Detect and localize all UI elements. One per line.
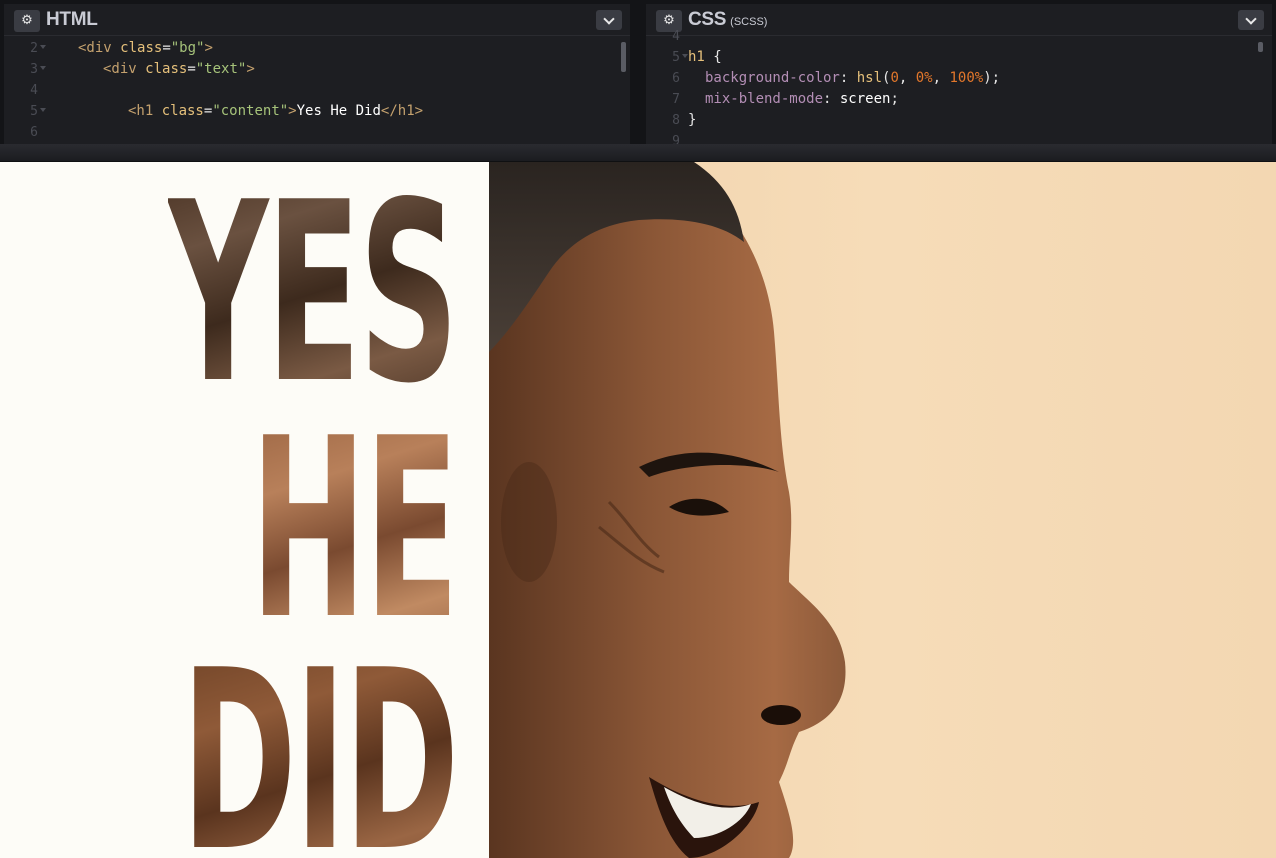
line-number: 2 xyxy=(30,41,38,56)
code-text: <div class="text"> xyxy=(103,61,255,77)
code-line: 7 mix-blend-mode: screen; xyxy=(646,89,1272,110)
html-settings-button[interactable]: ⚙ xyxy=(14,10,40,32)
code-text: background-color: hsl(0, 0%, 100%); xyxy=(705,70,1001,86)
line-number: 5 xyxy=(30,104,38,119)
headline-word-he: HE xyxy=(250,386,459,674)
css-code-area[interactable]: 4 5 h1 { 6 background-color: hsl(0, 0%, 100%… xyxy=(646,29,1272,144)
css-scrollbar[interactable] xyxy=(1258,42,1263,52)
code-line: 8} xyxy=(646,110,1272,131)
line-number: 4 xyxy=(30,83,38,98)
code-line: 6 xyxy=(4,122,630,143)
preview-pane: YES HE DID xyxy=(0,162,1276,858)
ear-shadow xyxy=(501,462,557,582)
line-number: 3 xyxy=(30,62,38,77)
fold-arrow-icon[interactable] xyxy=(40,45,46,49)
code-line: 6 background-color: hsl(0, 0%, 100%); xyxy=(646,68,1272,89)
code-line: 4 xyxy=(646,26,1272,47)
code-line: 2 <div class="bg"> xyxy=(4,38,630,59)
fold-arrow-icon[interactable] xyxy=(40,66,46,70)
code-line: 3 <div class="text"> xyxy=(4,59,630,80)
code-line: 5 <h1 class="content">Yes He Did</h1> xyxy=(4,101,630,122)
code-text: h1 { xyxy=(688,49,722,65)
line-number: 8 xyxy=(672,113,680,128)
headline-text: YES HE DID xyxy=(0,162,489,858)
gear-icon: ⚙ xyxy=(21,13,33,28)
nostril xyxy=(761,705,801,725)
line-number: 5 xyxy=(672,50,680,65)
html-editor-title: HTML xyxy=(46,9,98,30)
html-editor-header: ⚙ HTML xyxy=(4,4,630,36)
code-text: } xyxy=(688,112,697,128)
line-number: 6 xyxy=(672,71,680,86)
fold-arrow-icon[interactable] xyxy=(40,108,46,112)
headline-word-did: DID xyxy=(181,638,459,858)
code-line: 9 xyxy=(646,131,1272,144)
code-text: mix-blend-mode: screen; xyxy=(705,91,899,107)
headline-word-yes: YES xyxy=(168,162,459,438)
code-text: <div class="bg"> xyxy=(78,40,213,56)
code-line: 4 xyxy=(4,80,630,101)
code-line: 5 h1 { xyxy=(646,47,1272,68)
css-editor-pane: ⚙ CSS (SCSS) 4 5 h1 {6 background-color: hsl… xyxy=(646,4,1272,144)
resize-handle[interactable] xyxy=(0,144,1276,162)
portrait-photo xyxy=(489,162,1276,858)
line-number: 7 xyxy=(672,92,680,107)
html-code-area[interactable]: 2 <div class="bg"> 3 <div class="text"> 4 5 <h… xyxy=(4,36,630,144)
portrait-illustration xyxy=(489,162,846,858)
html-scrollbar[interactable] xyxy=(621,42,626,72)
html-editor-pane: ⚙ HTML 2 <div class="bg"> 3 <div class="tex… xyxy=(4,4,630,144)
line-number: 9 xyxy=(672,134,680,144)
line-number: 6 xyxy=(30,125,38,140)
editor-area: ⚙ HTML 2 <div class="bg"> 3 <div class="tex… xyxy=(0,0,1276,146)
line-number: 4 xyxy=(672,29,680,44)
code-text: <h1 class="content">Yes He Did</h1> xyxy=(128,103,424,119)
html-collapse-button[interactable] xyxy=(596,10,622,30)
